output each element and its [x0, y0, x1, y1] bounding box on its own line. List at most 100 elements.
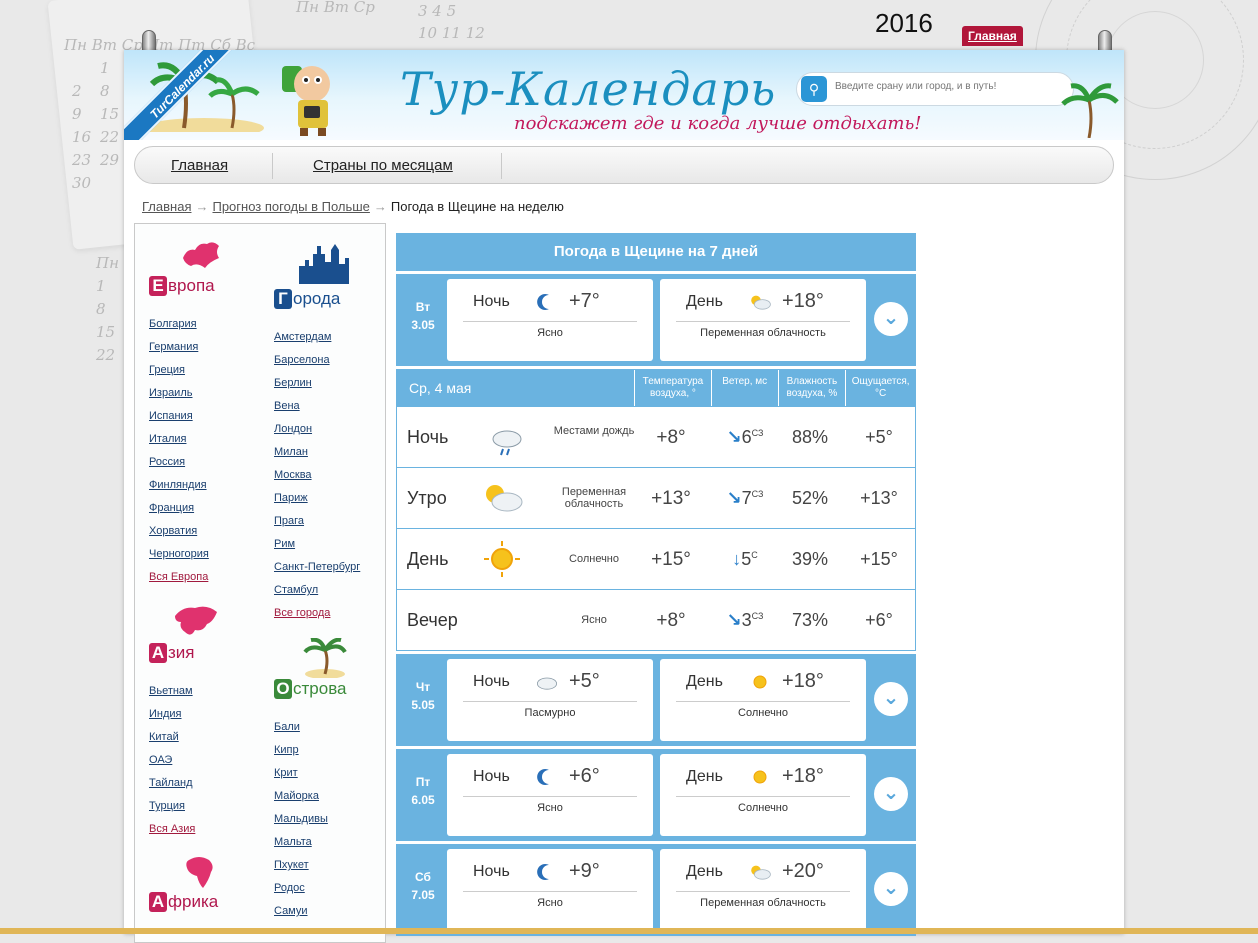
- europe-link[interactable]: Хорватия: [149, 525, 197, 537]
- day-summary[interactable]: Вт 3.05 Ночь +7° Ясно День +18° Переменна…: [396, 274, 916, 366]
- moon-rain-icon: [485, 419, 522, 456]
- europe-link[interactable]: Греция: [149, 364, 185, 376]
- list-item: Прага: [274, 510, 360, 533]
- all-cities-link[interactable]: Все города: [274, 607, 330, 619]
- column-header: Ветер, мс: [710, 370, 778, 406]
- asia-link[interactable]: ОАЭ: [149, 754, 172, 766]
- moon-icon: [537, 864, 549, 880]
- asia-link[interactable]: Вьетнам: [149, 685, 193, 697]
- mascot-icon: [282, 66, 330, 136]
- moon-icon: [537, 769, 549, 785]
- breadcrumb-poland-forecast[interactable]: Прогноз погоды в Польше: [212, 199, 369, 214]
- day-summary[interactable]: Сб 7.05 Ночь +9° Ясно День +20° Переменна…: [396, 844, 916, 936]
- city-link[interactable]: Париж: [274, 492, 308, 504]
- asia-link[interactable]: Турция: [149, 800, 185, 812]
- detail-day[interactable]: Ср, 4 мая: [397, 370, 634, 406]
- europe-link[interactable]: Италия: [149, 433, 186, 445]
- list-item: Вся Азия: [149, 818, 195, 841]
- island-link[interactable]: Родос: [274, 882, 305, 894]
- asia-link[interactable]: Китай: [149, 731, 179, 743]
- chevron-down-icon[interactable]: ⌄: [874, 777, 908, 811]
- moon-icon: [537, 294, 549, 310]
- list-item: Израиль: [149, 382, 209, 405]
- site-logo[interactable]: Тур-Календарь: [400, 62, 776, 116]
- day-summary[interactable]: Чт 5.05 Ночь +5° Пасмурно День +18° Солне…: [396, 654, 916, 746]
- europe-link[interactable]: Черногория: [149, 548, 209, 560]
- europe-link[interactable]: Финляндия: [149, 479, 207, 491]
- city-link[interactable]: Берлин: [274, 377, 312, 389]
- island-link[interactable]: Пхукет: [274, 859, 309, 871]
- asia-title[interactable]: Азия: [149, 643, 195, 663]
- list-item: Барселона: [274, 349, 360, 372]
- asia-map-icon: [175, 606, 217, 635]
- europe-title[interactable]: Европа: [149, 276, 215, 296]
- list-item: Франция: [149, 497, 209, 520]
- chevron-down-icon[interactable]: ⌄: [874, 682, 908, 716]
- nav-home[interactable]: Главная: [171, 157, 228, 174]
- islands-title[interactable]: Острова: [274, 679, 347, 699]
- search-input[interactable]: [833, 80, 1063, 93]
- africa-title[interactable]: Африка: [149, 892, 218, 912]
- day-summary[interactable]: Пт 6.05 Ночь +6° Ясно День +18° Солнечно …: [396, 749, 916, 841]
- city-link[interactable]: Рим: [274, 538, 295, 550]
- nav-countries-by-month[interactable]: Страны по месяцам: [313, 157, 453, 174]
- list-item: Тайланд: [149, 772, 195, 795]
- sun-cloud-icon: [751, 865, 771, 880]
- sun-cloud-icon: [486, 485, 523, 512]
- europe-link[interactable]: Испания: [149, 410, 193, 422]
- top-home-link[interactable]: Главная: [962, 26, 1023, 46]
- island-link[interactable]: Бали: [274, 721, 300, 733]
- city-link[interactable]: Москва: [274, 469, 312, 481]
- list-item: Вена: [274, 395, 360, 418]
- europe-list: Болгария Германия Греция Израиль Испания…: [149, 313, 209, 589]
- chevron-down-icon[interactable]: ⌄: [874, 872, 908, 906]
- island-link[interactable]: Крит: [274, 767, 298, 779]
- chevron-down-icon[interactable]: ⌄: [874, 302, 908, 336]
- city-link[interactable]: Амстердам: [274, 331, 331, 343]
- list-item: Греция: [149, 359, 209, 382]
- europe-link[interactable]: Россия: [149, 456, 185, 468]
- asia-link[interactable]: Индия: [149, 708, 182, 720]
- list-item: Рим: [274, 533, 360, 556]
- cities-list: Амстердам Барселона Берлин Вена Лондон М…: [274, 326, 360, 625]
- cities-title[interactable]: Города: [274, 289, 340, 309]
- day-detail-table: Ср, 4 мая Температура воздуха, ° Ветер, …: [396, 369, 916, 651]
- day-card: День +20° Переменная облачность: [660, 849, 866, 931]
- list-item: Китай: [149, 726, 195, 749]
- list-item: Амстердам: [274, 326, 360, 349]
- asia-link[interactable]: Тайланд: [149, 777, 193, 789]
- breadcrumb-home[interactable]: Главная: [142, 199, 191, 214]
- search-icon[interactable]: ⚲: [801, 76, 827, 102]
- column-header: Температура воздуха, °: [634, 370, 711, 406]
- island-link[interactable]: Мальта: [274, 836, 312, 848]
- europe-link[interactable]: Болгария: [149, 318, 197, 330]
- night-card: Ночь +5° Пасмурно: [447, 659, 653, 741]
- breadcrumb-arrow-icon: →: [195, 199, 209, 214]
- europe-link[interactable]: Германия: [149, 341, 198, 353]
- city-link[interactable]: Барселона: [274, 354, 330, 366]
- all-asia-link[interactable]: Вся Азия: [149, 823, 195, 835]
- breadcrumb-current: Погода в Щецине на неделю: [390, 199, 564, 214]
- list-item: Черногория: [149, 543, 209, 566]
- island-link[interactable]: Мальдивы: [274, 813, 328, 825]
- city-link[interactable]: Стамбул: [274, 584, 318, 596]
- city-link[interactable]: Лондон: [274, 423, 312, 435]
- day-card: День +18° Солнечно: [660, 754, 866, 836]
- city-link[interactable]: Вена: [274, 400, 300, 412]
- list-item: Крит: [274, 762, 328, 785]
- island-link[interactable]: Самуи: [274, 905, 308, 917]
- europe-link[interactable]: Франция: [149, 502, 194, 514]
- asia-list: Вьетнам Индия Китай ОАЭ Тайланд Турция В…: [149, 680, 195, 841]
- island-link[interactable]: Кипр: [274, 744, 299, 756]
- all-europe-link[interactable]: Вся Европа: [149, 571, 208, 583]
- island-link[interactable]: Майорка: [274, 790, 319, 802]
- palm-tree-icon: [1061, 83, 1119, 138]
- europe-link[interactable]: Израиль: [149, 387, 192, 399]
- city-link[interactable]: Прага: [274, 515, 304, 527]
- island-palm-icon: [303, 638, 347, 678]
- city-link[interactable]: Санкт-Петербург: [274, 561, 360, 573]
- city-link[interactable]: Милан: [274, 446, 308, 458]
- list-item: Стамбул: [274, 579, 360, 602]
- weather-widget: Погода в Щецине на 7 дней Вт 3.05 Ночь +7…: [396, 233, 916, 936]
- day-label: Вт 3.05: [411, 300, 435, 332]
